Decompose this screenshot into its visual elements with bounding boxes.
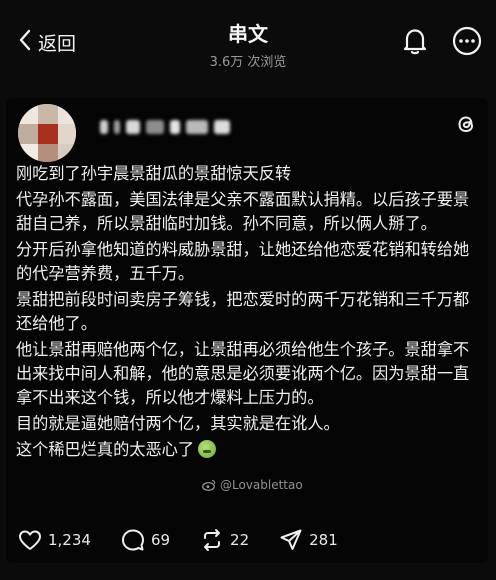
- blur-block: [214, 120, 230, 134]
- more-options-button[interactable]: [452, 26, 482, 56]
- send-icon: [280, 529, 302, 550]
- top-bar: 返回 串文 3.6万 次浏览: [0, 0, 496, 80]
- comment-count: 69: [150, 531, 171, 549]
- repost-count: 22: [230, 531, 250, 549]
- blur-block: [114, 120, 120, 134]
- threads-icon[interactable]: [454, 112, 478, 136]
- bell-icon: [403, 29, 427, 55]
- post-paragraph: 目的就是逼她赔付两个亿，其实就是在讹人。: [16, 414, 340, 433]
- blur-block: [100, 120, 108, 134]
- post-paragraph-last: 这个稀巴烂真的太恶心了: [16, 438, 480, 462]
- post-paragraph: 代孕孙不露面，美国法律是父亲不露面默认捐精。以后孩子要景甜自己养，所以景甜临时加…: [16, 190, 470, 233]
- post-paragraph: 刚吃到了孙宇晨景甜瓜的景甜惊天反转: [16, 164, 292, 183]
- like-count: 1,234: [48, 531, 91, 549]
- notification-button[interactable]: [400, 26, 430, 56]
- post-actions: 1,234 69 22 281: [18, 526, 478, 554]
- watermark: @Lovablettao: [202, 478, 303, 492]
- post-paragraph: 分开后孙拿他知道的料威胁景甜，让她还给他恋爱花销和转给她的代孕营养费，五千万。: [16, 240, 470, 283]
- comment-icon: [121, 529, 144, 551]
- post-paragraph-text: 这个稀巴烂真的太恶心了: [16, 440, 195, 459]
- comment-button[interactable]: 69: [121, 528, 170, 552]
- username-blurred[interactable]: [100, 116, 270, 138]
- nauseated-face-icon: [198, 440, 217, 458]
- back-button[interactable]: 返回: [18, 26, 76, 58]
- view-count: 3.6万 次浏览: [209, 55, 287, 70]
- app-screen: 返回 串文 3.6万 次浏览 刚吃到了孙宇晨景甜瓜的景甜惊天反转 代孕孙不露面，…: [0, 0, 496, 580]
- post-card: 刚吃到了孙宇晨景甜瓜的景甜惊天反转 代孕孙不露面，美国法律是父亲不露面默认捐精。…: [6, 98, 488, 563]
- heart-icon: [19, 530, 41, 550]
- title-block: 串文 3.6万 次浏览: [148, 18, 348, 70]
- like-button[interactable]: 1,234: [18, 529, 91, 551]
- top-actions: [400, 26, 482, 56]
- share-count: 281: [309, 531, 338, 549]
- post-paragraph: 景甜把前段时间卖房子筹钱，把恋爱时的两千万花销和三千万都还给他了。: [16, 290, 470, 333]
- blur-block: [170, 120, 180, 134]
- post-body: 刚吃到了孙宇晨景甜瓜的景甜惊天反转 代孕孙不露面，美国法律是父亲不露面默认捐精。…: [16, 162, 480, 464]
- post-paragraph: 他让景甜再赔他两个亿，让景甜再必须给他生个孩子。景甜拿不出来找中间人和解，他的意…: [16, 340, 470, 407]
- blur-block: [186, 120, 208, 134]
- repost-icon: [204, 529, 221, 551]
- watermark-text: @Lovablettao: [220, 478, 303, 492]
- chevron-left-icon: [18, 29, 32, 55]
- weibo-icon: [202, 479, 216, 491]
- more-icon: [452, 26, 482, 56]
- blur-block: [146, 120, 164, 134]
- repost-button[interactable]: 22: [200, 528, 249, 552]
- avatar[interactable]: [18, 104, 76, 162]
- back-label: 返回: [38, 32, 77, 55]
- page-title: 串文: [228, 22, 268, 46]
- share-button[interactable]: 281: [279, 528, 338, 552]
- blur-block: [126, 120, 140, 134]
